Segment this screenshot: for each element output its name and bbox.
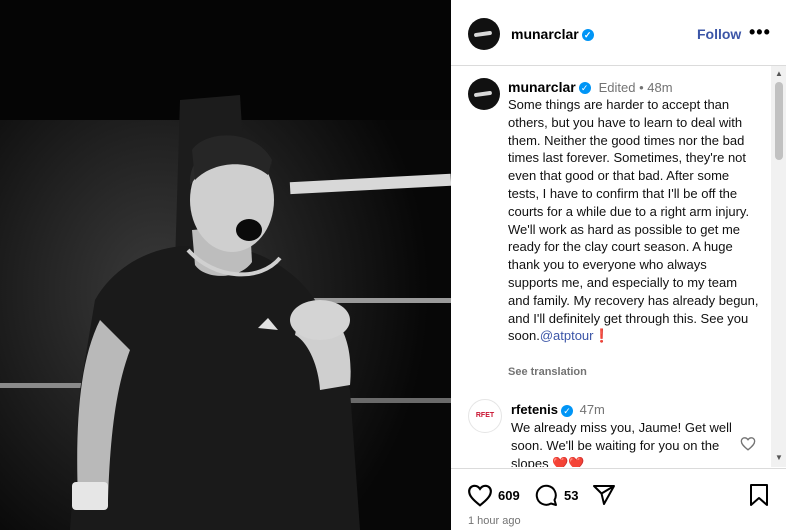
player-photo-image [0, 0, 451, 530]
caption-text: Some things are harder to accept than ot… [508, 96, 760, 345]
post-panel: munarclar ✓ Follow ••• munarclar ✓ Edited … [451, 0, 786, 530]
caption-author-avatar[interactable] [468, 78, 500, 110]
likes-count[interactable]: 609 [498, 488, 520, 503]
post-timestamp: 1 hour ago [468, 515, 521, 527]
author-username[interactable]: munarclar ✓ [511, 26, 594, 42]
caption-body: Some things are harder to accept than ot… [508, 97, 759, 344]
scroll-up-arrow[interactable]: ▲ [775, 69, 783, 78]
comments-scrollbar-thumb[interactable] [775, 82, 783, 160]
comment-avatar[interactable]: RFET [468, 399, 502, 433]
follow-button[interactable]: Follow [697, 26, 741, 42]
author-avatar[interactable] [468, 18, 500, 50]
exclamation-emoji: ❗ [593, 328, 610, 344]
more-options-icon[interactable]: ••• [749, 22, 771, 43]
comment-author[interactable]: rfetenis [511, 402, 558, 417]
author-username-text[interactable]: munarclar [511, 26, 579, 42]
comment-time: 47m [579, 402, 605, 417]
verified-icon: ✓ [560, 404, 573, 417]
mention-link[interactable]: @atptour [540, 328, 594, 343]
caption-author[interactable]: munarclar [508, 79, 576, 95]
caption-meta: Edited • 48m [598, 80, 673, 95]
caption-header: munarclar ✓ Edited • 48m [508, 79, 673, 95]
comment-header: rfetenis ✓ 47m [511, 402, 605, 417]
comments-count[interactable]: 53 [564, 488, 578, 503]
comment-text: We already miss you, Jaume! Get well soo… [511, 420, 732, 467]
post-actions: 609 53 1 hour ago [451, 468, 786, 531]
comment-icon[interactable] [534, 483, 558, 507]
post-photo[interactable] [0, 0, 451, 530]
comment-avatar-text: RFET [475, 412, 495, 419]
comment-like-heart-icon[interactable] [740, 436, 756, 451]
see-translation-link[interactable]: See translation [508, 366, 587, 378]
comments-scroll-area[interactable]: munarclar ✓ Edited • 48m Some things are … [451, 66, 786, 467]
scroll-down-arrow[interactable]: ▼ [775, 453, 783, 462]
bookmark-icon[interactable] [749, 483, 769, 507]
share-icon[interactable] [592, 483, 616, 507]
verified-icon: ✓ [581, 29, 594, 42]
verified-icon: ✓ [578, 82, 591, 95]
post-header: munarclar ✓ Follow ••• [451, 0, 786, 66]
like-heart-icon[interactable] [467, 483, 493, 507]
